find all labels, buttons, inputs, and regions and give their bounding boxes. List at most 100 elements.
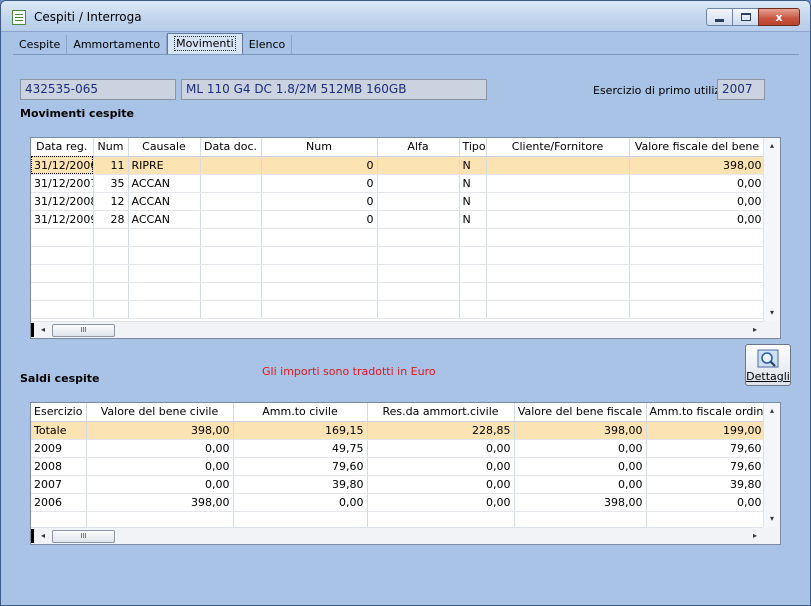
movimenti-empty-row[interactable] [31, 264, 766, 283]
movimenti-empty-row[interactable] [31, 300, 766, 319]
saldi-cell-amm-fiscale[interactable]: 0,00 [646, 493, 766, 512]
col-tipo[interactable]: Tipo [459, 138, 487, 157]
movimenti-cell-valore[interactable]: 0,00 [629, 192, 766, 211]
movimenti-cell-tipo[interactable]: N [459, 210, 487, 229]
col-amm-civile[interactable]: Amm.to civile [233, 403, 368, 422]
movimenti-cell-tipo[interactable]: N [459, 192, 487, 211]
movimenti-cell-alfa[interactable] [377, 192, 460, 211]
saldi-horizontal-scrollbar[interactable]: ◂ III ▸ [31, 527, 763, 544]
movimenti-grid[interactable]: Data reg. Num Causale Data doc. Num Alfa… [30, 137, 781, 339]
movimenti-cell-data-reg[interactable]: 31/12/2008 [31, 192, 94, 211]
cespite-description-field[interactable]: ML 110 G4 DC 1.8/2M 512MB 160GB [181, 79, 487, 100]
movimenti-cell-num2[interactable]: 0 [261, 192, 378, 211]
saldi-cell-valore-civile[interactable]: 0,00 [86, 475, 234, 494]
movimenti-cell-alfa[interactable] [377, 210, 460, 229]
saldi-cell-amm-fiscale[interactable]: 199,00 [646, 421, 766, 440]
saldi-cell-amm-civile[interactable]: 0,00 [233, 493, 368, 512]
movimenti-cell-num[interactable]: 12 [93, 192, 129, 211]
tab-elenco[interactable]: Elenco [243, 35, 293, 55]
scroll-up-icon[interactable]: ▴ [764, 138, 780, 154]
scroll-thumb[interactable]: III [52, 530, 115, 543]
movimenti-row[interactable]: 31/12/2006 11 RIPRE 0 N 398,00 [31, 156, 766, 175]
saldi-cell-amm-fiscale[interactable]: 79,60 [646, 457, 766, 476]
saldi-cell-valore-civile[interactable]: 398,00 [86, 421, 234, 440]
scroll-right-icon[interactable]: ▸ [747, 528, 763, 544]
movimenti-cell-alfa[interactable] [377, 174, 460, 193]
movimenti-cell-cliente[interactable] [486, 192, 630, 211]
saldi-cell-amm-fiscale[interactable]: 79,60 [646, 439, 766, 458]
scroll-up-icon[interactable]: ▴ [764, 403, 780, 419]
movimenti-cell-cliente[interactable] [486, 210, 630, 229]
saldi-row[interactable]: 2006 398,00 0,00 0,00 398,00 0,00 [31, 493, 766, 512]
dettagli-button[interactable]: Dettagli [745, 344, 791, 386]
movimenti-cell-data-reg[interactable]: 31/12/2007 [31, 174, 94, 193]
saldi-cell-valore-fiscale[interactable]: 0,00 [514, 439, 647, 458]
saldi-cell-valore-fiscale[interactable]: 398,00 [514, 493, 647, 512]
movimenti-row[interactable]: 31/12/2009 28 ACCAN 0 N 0,00 [31, 210, 766, 229]
col-valore-civile[interactable]: Valore del bene civile [86, 403, 234, 422]
saldi-cell-amm-civile[interactable]: 169,15 [233, 421, 368, 440]
movimenti-cell-alfa[interactable] [377, 156, 460, 175]
col-amm-fiscale[interactable]: Amm.to fiscale ordinario [646, 403, 766, 422]
movimenti-cell-causale[interactable]: ACCAN [128, 192, 201, 211]
saldi-vertical-scrollbar[interactable]: ▴ ▾ [763, 403, 780, 527]
saldi-row[interactable]: 2008 0,00 79,60 0,00 0,00 79,60 [31, 457, 766, 476]
movimenti-row[interactable]: 31/12/2008 12 ACCAN 0 N 0,00 [31, 192, 766, 211]
movimenti-cell-num2[interactable]: 0 [261, 210, 378, 229]
movimenti-cell-num[interactable]: 11 [93, 156, 129, 175]
saldi-grid[interactable]: Esercizio Valore del bene civile Amm.to … [30, 402, 781, 545]
cespite-code-field[interactable]: 432535-065 [20, 79, 176, 100]
movimenti-cell-data-doc[interactable] [200, 174, 262, 193]
col-causale[interactable]: Causale [128, 138, 201, 157]
tab-ammortamento[interactable]: Ammortamento [67, 35, 168, 55]
saldi-cell-valore-civile[interactable]: 0,00 [86, 439, 234, 458]
movimenti-empty-row[interactable] [31, 282, 766, 301]
saldi-cell-residuo[interactable]: 0,00 [367, 475, 515, 494]
movimenti-cell-valore[interactable]: 398,00 [629, 156, 766, 175]
col-data-reg[interactable]: Data reg. [31, 138, 94, 157]
movimenti-cell-data-doc[interactable] [200, 210, 262, 229]
saldi-cell-esercizio[interactable]: 2007 [31, 475, 87, 494]
saldi-cell-valore-fiscale[interactable]: 0,00 [514, 475, 647, 494]
saldi-cell-amm-civile[interactable]: 39,80 [233, 475, 368, 494]
movimenti-cell-cliente[interactable] [486, 174, 630, 193]
saldi-cell-residuo[interactable]: 0,00 [367, 457, 515, 476]
movimenti-cell-data-reg[interactable]: 31/12/2009 [31, 210, 94, 229]
saldi-cell-esercizio[interactable]: 2008 [31, 457, 87, 476]
saldi-cell-amm-civile[interactable]: 79,60 [233, 457, 368, 476]
movimenti-cell-data-reg[interactable]: 31/12/2006 [31, 156, 94, 175]
tab-cespite[interactable]: Cespite [13, 35, 68, 55]
esercizio-field[interactable]: 2007 [717, 79, 765, 100]
col-cliente-fornitore[interactable]: Cliente/Fornitore [486, 138, 630, 157]
saldi-cell-esercizio[interactable]: Totale [31, 421, 87, 440]
scroll-left-icon[interactable]: ◂ [35, 528, 51, 544]
title-bar[interactable]: Cespiti / Interroga x [1, 1, 810, 32]
movimenti-horizontal-scrollbar[interactable]: ◂ III ▸ [31, 321, 763, 338]
movimenti-cell-data-doc[interactable] [200, 192, 262, 211]
scroll-right-icon[interactable]: ▸ [747, 322, 763, 338]
movimenti-cell-data-doc[interactable] [200, 156, 262, 175]
col-data-doc[interactable]: Data doc. [200, 138, 262, 157]
movimenti-empty-row[interactable] [31, 246, 766, 265]
maximize-button[interactable] [732, 8, 759, 26]
scroll-left-icon[interactable]: ◂ [35, 322, 51, 338]
col-esercizio[interactable]: Esercizio [31, 403, 87, 422]
saldi-cell-valore-civile[interactable]: 398,00 [86, 493, 234, 512]
movimenti-cell-causale[interactable]: RIPRE [128, 156, 201, 175]
saldi-cell-esercizio[interactable]: 2009 [31, 439, 87, 458]
movimenti-cell-tipo[interactable]: N [459, 174, 487, 193]
saldi-cell-residuo[interactable]: 0,00 [367, 439, 515, 458]
movimenti-cell-num[interactable]: 28 [93, 210, 129, 229]
saldi-cell-valore-fiscale[interactable]: 0,00 [514, 457, 647, 476]
col-valore-fiscale-bene[interactable]: Valore del bene fiscale [514, 403, 647, 422]
movimenti-cell-cliente[interactable] [486, 156, 630, 175]
movimenti-row[interactable]: 31/12/2007 35 ACCAN 0 N 0,00 [31, 174, 766, 193]
movimenti-cell-causale[interactable]: ACCAN [128, 210, 201, 229]
tab-movimenti[interactable]: Movimenti [167, 33, 243, 55]
saldi-cell-amm-civile[interactable]: 49,75 [233, 439, 368, 458]
movimenti-cell-tipo[interactable]: N [459, 156, 487, 175]
movimenti-empty-row[interactable] [31, 228, 766, 247]
movimenti-cell-num[interactable]: 35 [93, 174, 129, 193]
saldi-cell-residuo[interactable]: 228,85 [367, 421, 515, 440]
movimenti-cell-num2[interactable]: 0 [261, 156, 378, 175]
